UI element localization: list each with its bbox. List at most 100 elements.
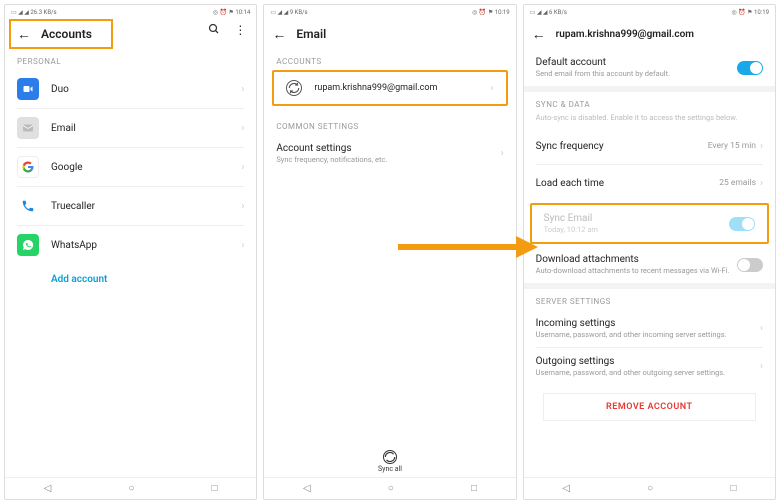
back-icon[interactable]: ← bbox=[272, 26, 286, 43]
sync-ring-icon bbox=[286, 80, 302, 96]
settings-label: Account settings bbox=[276, 143, 500, 154]
account-row-email[interactable]: Email › bbox=[5, 109, 256, 147]
nav-recents-icon[interactable]: □ bbox=[212, 483, 218, 494]
download-attach-sub: Auto-download attachments to recent mess… bbox=[536, 266, 737, 275]
settings-sub: Sync frequency, notifications, etc. bbox=[276, 155, 500, 164]
section-personal: PERSONAL bbox=[5, 49, 256, 70]
default-account-label: Default account bbox=[536, 57, 737, 68]
download-attach-toggle[interactable] bbox=[737, 258, 763, 272]
default-account-row[interactable]: Default account Send email from this acc… bbox=[524, 49, 775, 86]
duo-icon bbox=[17, 78, 39, 100]
chevron-right-icon: › bbox=[501, 148, 504, 159]
default-account-toggle[interactable] bbox=[737, 61, 763, 75]
sync-all-label: Sync all bbox=[378, 465, 402, 473]
chevron-right-icon: › bbox=[241, 201, 244, 212]
search-icon[interactable] bbox=[208, 23, 220, 37]
account-row-whatsapp[interactable]: WhatsApp › bbox=[5, 226, 256, 264]
account-label: Email bbox=[51, 123, 241, 134]
load-each-value: 25 emails bbox=[719, 178, 756, 188]
account-label: Google bbox=[51, 162, 241, 173]
outgoing-label: Outgoing settings bbox=[536, 356, 760, 367]
chevron-right-icon: › bbox=[760, 141, 763, 152]
sync-email-sub: Today, 10:12 am bbox=[544, 225, 729, 234]
back-icon[interactable]: ← bbox=[17, 26, 31, 43]
status-right: ◎ ⏰ ⚑ 10:14 bbox=[213, 9, 251, 16]
account-label: Truecaller bbox=[51, 201, 241, 212]
email-icon bbox=[17, 117, 39, 139]
sync-icon bbox=[383, 450, 397, 464]
status-right: ◎ ⏰ ⚑ 10:19 bbox=[731, 9, 769, 16]
sync-email-label: Sync Email bbox=[544, 213, 729, 224]
chevron-right-icon: › bbox=[241, 240, 244, 251]
sync-freq-value: Every 15 min bbox=[708, 141, 756, 151]
overflow-menu-icon[interactable]: ⋮ bbox=[234, 23, 246, 37]
nav-home-icon[interactable]: ○ bbox=[128, 483, 134, 494]
download-attachments-row[interactable]: Download attachments Auto-download attac… bbox=[524, 246, 775, 283]
autosync-note: Auto-sync is disabled. Enable it to acce… bbox=[524, 113, 775, 128]
nav-back-icon[interactable]: ◁ bbox=[303, 483, 311, 494]
android-navbar: ◁ ○ □ bbox=[5, 477, 256, 499]
incoming-label: Incoming settings bbox=[536, 318, 760, 329]
status-left: ▭ ◢ ◢ 26.3 KB/s bbox=[11, 9, 57, 16]
section-accounts: ACCOUNTS bbox=[264, 49, 515, 70]
account-label: WhatsApp bbox=[51, 240, 241, 251]
section-common: COMMON SETTINGS bbox=[264, 114, 515, 135]
page-title: Accounts bbox=[41, 27, 105, 41]
back-icon[interactable]: ← bbox=[532, 26, 546, 43]
truecaller-icon bbox=[17, 195, 39, 217]
nav-back-icon[interactable]: ◁ bbox=[562, 483, 570, 494]
section-sync-data: SYNC & DATA bbox=[524, 92, 775, 113]
outgoing-sub: Username, password, and other outgoing s… bbox=[536, 368, 760, 377]
nav-back-icon[interactable]: ◁ bbox=[44, 483, 52, 494]
chevron-right-icon: › bbox=[760, 178, 763, 189]
appbar-account: ← rupam.krishna999@gmail.com bbox=[524, 19, 775, 49]
page-title: Email bbox=[296, 27, 507, 41]
add-account-link[interactable]: Add account bbox=[5, 264, 256, 295]
chevron-right-icon: › bbox=[241, 123, 244, 134]
outgoing-settings-row[interactable]: Outgoing settings Username, password, an… bbox=[524, 348, 775, 385]
account-row-google[interactable]: Google › bbox=[5, 148, 256, 186]
whatsapp-icon bbox=[17, 234, 39, 256]
download-attach-label: Download attachments bbox=[536, 254, 737, 265]
status-left: ▭ ◢ ◢ 9 KB/s bbox=[270, 9, 307, 16]
nav-home-icon[interactable]: ○ bbox=[647, 483, 653, 494]
sync-email-toggle[interactable] bbox=[729, 217, 755, 231]
section-server: SERVER SETTINGS bbox=[524, 289, 775, 310]
chevron-right-icon: › bbox=[241, 162, 244, 173]
status-bar: ▭ ◢ ◢ 6 KB/s ◎ ⏰ ⚑ 10:19 bbox=[524, 5, 775, 19]
screen-account-detail: ▭ ◢ ◢ 6 KB/s ◎ ⏰ ⚑ 10:19 ← rupam.krishna… bbox=[523, 4, 776, 500]
account-settings-row[interactable]: Account settings Sync frequency, notific… bbox=[264, 135, 515, 172]
status-bar: ▭ ◢ ◢ 9 KB/s ◎ ⏰ ⚑ 10:19 bbox=[264, 5, 515, 19]
chevron-right-icon: › bbox=[760, 361, 763, 372]
android-navbar: ◁ ○ □ bbox=[264, 477, 515, 499]
sync-frequency-row[interactable]: Sync frequency Every 15 min › bbox=[524, 128, 775, 164]
chevron-right-icon: › bbox=[760, 323, 763, 334]
remove-account-button[interactable]: REMOVE ACCOUNT bbox=[543, 393, 757, 421]
screen-accounts: ▭ ◢ ◢ 26.3 KB/s ◎ ⏰ ⚑ 10:14 ← Accounts ⋮… bbox=[4, 4, 257, 500]
account-entry-highlight[interactable]: rupam.krishna999@gmail.com › bbox=[272, 70, 507, 106]
status-right: ◎ ⏰ ⚑ 10:19 bbox=[472, 9, 510, 16]
account-label: Duo bbox=[51, 84, 241, 95]
screen-email: ▭ ◢ ◢ 9 KB/s ◎ ⏰ ⚑ 10:19 ← Email ACCOUNT… bbox=[263, 4, 516, 500]
page-title: rupam.krishna999@gmail.com bbox=[556, 29, 767, 40]
account-row-duo[interactable]: Duo › bbox=[5, 70, 256, 108]
status-left: ▭ ◢ ◢ 6 KB/s bbox=[530, 9, 567, 16]
account-row-truecaller[interactable]: Truecaller › bbox=[5, 187, 256, 225]
status-bar: ▭ ◢ ◢ 26.3 KB/s ◎ ⏰ ⚑ 10:14 bbox=[5, 5, 256, 19]
incoming-settings-row[interactable]: Incoming settings Username, password, an… bbox=[524, 310, 775, 347]
load-each-label: Load each time bbox=[536, 178, 720, 189]
sync-email-row-highlight[interactable]: Sync Email Today, 10:12 am bbox=[530, 203, 769, 244]
sync-freq-label: Sync frequency bbox=[536, 141, 708, 152]
nav-recents-icon[interactable]: □ bbox=[730, 483, 736, 494]
default-account-sub: Send email from this account by default. bbox=[536, 69, 737, 78]
chevron-right-icon: › bbox=[491, 83, 494, 94]
appbar-email: ← Email bbox=[264, 19, 515, 49]
sync-all-button[interactable]: Sync all bbox=[264, 446, 515, 477]
nav-recents-icon[interactable]: □ bbox=[471, 483, 477, 494]
load-each-row[interactable]: Load each time 25 emails › bbox=[524, 165, 775, 201]
incoming-sub: Username, password, and other incoming s… bbox=[536, 330, 760, 339]
account-email-label: rupam.krishna999@gmail.com bbox=[314, 83, 490, 93]
chevron-right-icon: › bbox=[241, 84, 244, 95]
nav-home-icon[interactable]: ○ bbox=[388, 483, 394, 494]
google-icon bbox=[17, 156, 39, 178]
